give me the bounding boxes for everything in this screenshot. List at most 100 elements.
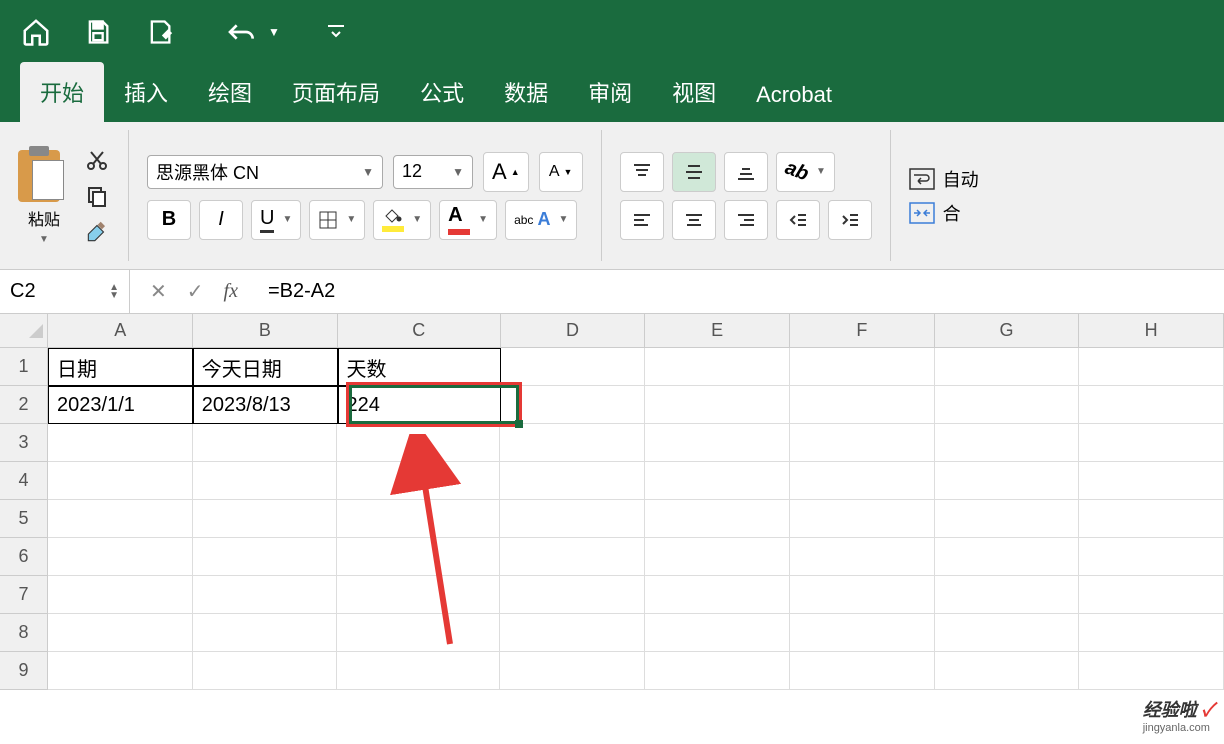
cell[interactable] [935, 500, 1080, 538]
cell-H1[interactable] [1079, 348, 1224, 386]
copy-icon[interactable] [84, 183, 110, 209]
align-right-button[interactable] [724, 200, 768, 240]
cell-D1[interactable] [501, 348, 646, 386]
col-header-E[interactable]: E [645, 314, 790, 348]
cell[interactable] [500, 614, 645, 652]
row-header-3[interactable]: 3 [0, 424, 48, 462]
cell[interactable] [193, 538, 338, 576]
decrease-font-button[interactable]: A▼ [539, 152, 583, 192]
cell[interactable] [790, 576, 935, 614]
col-header-D[interactable]: D [501, 314, 646, 348]
cell[interactable] [645, 652, 790, 690]
cell[interactable] [337, 424, 500, 462]
cell[interactable] [193, 424, 338, 462]
cell[interactable] [645, 614, 790, 652]
cell[interactable] [193, 614, 338, 652]
cell[interactable] [48, 576, 193, 614]
cell[interactable] [500, 652, 645, 690]
undo-icon[interactable] [226, 16, 258, 48]
row-header-2[interactable]: 2 [0, 386, 48, 424]
cell[interactable] [645, 538, 790, 576]
tab-formula[interactable]: 公式 [400, 62, 484, 122]
orientation-button[interactable]: ab▼ [776, 152, 835, 192]
cell[interactable] [193, 652, 338, 690]
cell[interactable] [790, 500, 935, 538]
select-all-corner[interactable] [0, 314, 48, 348]
italic-button[interactable]: I [199, 200, 243, 240]
cell[interactable] [500, 500, 645, 538]
chevron-down-icon[interactable]: ▼ [39, 234, 49, 245]
fill-color-button[interactable]: ▼ [373, 200, 431, 240]
col-header-A[interactable]: A [48, 314, 193, 348]
cell[interactable] [500, 576, 645, 614]
row-header-4[interactable]: 4 [0, 462, 48, 500]
cell-G1[interactable] [935, 348, 1080, 386]
bold-button[interactable]: B [147, 200, 191, 240]
tab-view[interactable]: 视图 [652, 62, 736, 122]
font-name-combo[interactable]: 思源黑体 CN ▼ [147, 155, 383, 189]
format-painter-icon[interactable] [84, 219, 110, 245]
cell[interactable] [1079, 576, 1224, 614]
cell-D2[interactable] [501, 386, 646, 424]
tab-home[interactable]: 开始 [20, 62, 104, 122]
phonetic-button[interactable]: abc A ▼ [505, 200, 577, 240]
align-top-button[interactable] [620, 152, 664, 192]
cell[interactable] [193, 462, 338, 500]
cell-C1[interactable]: 天数 [338, 348, 501, 386]
fill-handle[interactable] [515, 420, 523, 428]
cell[interactable] [1079, 500, 1224, 538]
col-header-B[interactable]: B [193, 314, 338, 348]
cell[interactable] [935, 462, 1080, 500]
col-header-F[interactable]: F [790, 314, 935, 348]
cell[interactable] [500, 538, 645, 576]
name-box-stepper-icon[interactable]: ▲▼ [109, 284, 119, 300]
cell-E1[interactable] [645, 348, 790, 386]
cell[interactable] [337, 538, 500, 576]
cell-A2[interactable]: 2023/1/1 [48, 386, 193, 424]
cell-A1[interactable]: 日期 [48, 348, 193, 386]
confirm-icon[interactable]: ✓ [187, 279, 204, 304]
cell-E2[interactable] [645, 386, 790, 424]
cell[interactable] [337, 576, 500, 614]
name-box[interactable]: C2 ▲▼ [0, 270, 130, 313]
col-header-H[interactable]: H [1079, 314, 1224, 348]
tab-acrobat[interactable]: Acrobat [736, 68, 852, 122]
align-bottom-button[interactable] [724, 152, 768, 192]
cell[interactable] [1079, 614, 1224, 652]
cell[interactable] [790, 538, 935, 576]
cell-B1[interactable]: 今天日期 [193, 348, 338, 386]
cell-H2[interactable] [1079, 386, 1224, 424]
cell[interactable] [935, 424, 1080, 462]
cell[interactable] [48, 652, 193, 690]
cut-icon[interactable] [84, 147, 110, 173]
paste-button[interactable]: 粘贴 ▼ [18, 146, 70, 245]
cell[interactable] [790, 652, 935, 690]
cell-G2[interactable] [935, 386, 1080, 424]
row-header-7[interactable]: 7 [0, 576, 48, 614]
font-size-combo[interactable]: 12 ▼ [393, 155, 473, 189]
cell[interactable] [337, 462, 500, 500]
cell[interactable] [48, 424, 193, 462]
cell-F2[interactable] [790, 386, 935, 424]
align-left-button[interactable] [620, 200, 664, 240]
underline-button[interactable]: U▼ [251, 200, 301, 240]
cell[interactable] [48, 500, 193, 538]
cell[interactable] [935, 614, 1080, 652]
row-header-5[interactable]: 5 [0, 500, 48, 538]
cell[interactable] [48, 614, 193, 652]
row-header-1[interactable]: 1 [0, 348, 48, 386]
cell[interactable] [48, 538, 193, 576]
cell[interactable] [645, 424, 790, 462]
cell-F1[interactable] [790, 348, 935, 386]
formula-input[interactable]: =B2-A2 [258, 280, 1224, 303]
cell[interactable] [645, 576, 790, 614]
cell[interactable] [337, 652, 500, 690]
tab-layout[interactable]: 页面布局 [272, 62, 400, 122]
cell-C2[interactable]: 224 [338, 386, 501, 424]
cell[interactable] [790, 614, 935, 652]
border-button[interactable]: ▼ [309, 200, 365, 240]
col-header-C[interactable]: C [338, 314, 501, 348]
cell[interactable] [193, 576, 338, 614]
increase-indent-button[interactable] [828, 200, 872, 240]
increase-font-button[interactable]: A▲ [483, 152, 529, 192]
